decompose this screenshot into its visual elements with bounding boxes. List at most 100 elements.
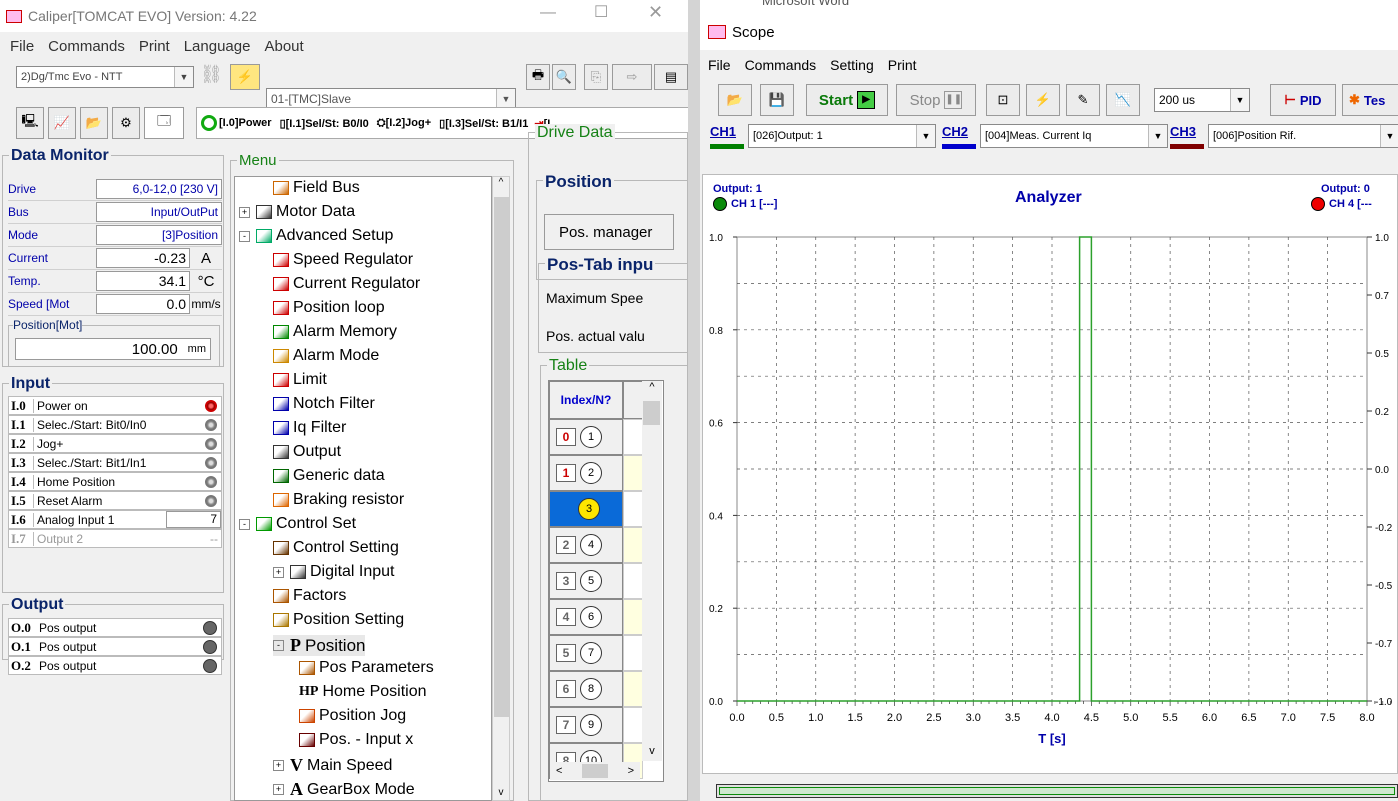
table-index-cell[interactable]: 12 xyxy=(549,455,623,491)
tree-item[interactable]: + A GearBox Mode xyxy=(273,779,415,800)
tab-sel-st-b1[interactable]: ▯[I.3]Sel/St: B1/I1 xyxy=(435,117,532,130)
preview-icon[interactable]: 🔍 xyxy=(552,64,576,90)
tree-item[interactable]: Position Jog xyxy=(299,707,406,725)
menu-file[interactable]: File xyxy=(10,38,34,55)
maximize-icon[interactable]: ☐ xyxy=(594,2,608,22)
folder-chart-icon[interactable]: 📂 xyxy=(80,107,108,139)
table-row[interactable]: 24 xyxy=(549,527,643,563)
tree-item[interactable]: Position Setting xyxy=(273,611,404,629)
start-button[interactable]: Start ▶ xyxy=(806,84,888,116)
scope-menu-print[interactable]: Print xyxy=(888,57,917,73)
tree-item[interactable]: + Digital Input xyxy=(273,563,395,581)
scroll-up-icon[interactable]: ^ xyxy=(493,177,509,188)
scroll-left-icon[interactable]: < xyxy=(556,765,562,777)
tree-item[interactable]: Factors xyxy=(273,587,346,605)
tree-item[interactable]: Iq Filter xyxy=(273,419,346,437)
table-value-cell[interactable] xyxy=(623,527,643,563)
tree-item[interactable]: Braking resistor xyxy=(273,491,404,509)
test-button[interactable]: ✱ Tes xyxy=(1342,84,1398,116)
tree-item[interactable]: Pos Parameters xyxy=(299,659,434,677)
tree-item[interactable]: Alarm Memory xyxy=(273,323,397,341)
collapse-icon[interactable]: - xyxy=(239,230,250,242)
tree-item[interactable]: Position loop xyxy=(273,299,385,317)
table-row[interactable]: 12 xyxy=(549,455,643,491)
scroll-thumb[interactable] xyxy=(494,197,509,717)
stop-button[interactable]: Stop ❚❚ xyxy=(896,84,976,116)
table-value-cell[interactable] xyxy=(623,671,643,707)
menu-tree-scrollbar[interactable]: ^ v xyxy=(492,176,510,801)
channel-signal-combo[interactable]: [006]Position Rif. ▼ xyxy=(1208,124,1398,148)
tree-item[interactable]: HP Home Position xyxy=(299,683,427,701)
channel-signal-combo[interactable]: [026]Output: 1 ▼ xyxy=(748,124,936,148)
trigger-icon[interactable]: ⊡ xyxy=(986,84,1020,116)
scroll-up-icon[interactable]: ^ xyxy=(642,381,662,393)
menu-language[interactable]: Language xyxy=(184,38,251,55)
connect-icon[interactable]: ⚡ xyxy=(230,64,260,90)
analyze-icon[interactable]: 📉 xyxy=(1106,84,1140,116)
expand-icon[interactable]: + xyxy=(273,566,284,578)
table-value-cell[interactable] xyxy=(623,599,643,635)
monitor-icon[interactable]: 🖳 xyxy=(16,107,44,139)
save-icon[interactable]: 💾 xyxy=(760,84,794,116)
table-row[interactable]: 57 xyxy=(549,635,643,671)
table-value-cell[interactable] xyxy=(623,455,643,491)
scroll-right-icon[interactable]: > xyxy=(628,765,634,777)
tree-item[interactable]: + Motor Data xyxy=(239,203,355,221)
copy-icon[interactable]: ⎘ xyxy=(584,64,608,90)
tree-item[interactable]: Control Setting xyxy=(273,539,399,557)
tree-item[interactable]: - P Position xyxy=(273,635,366,656)
table-index-cell[interactable]: 46 xyxy=(549,599,623,635)
table-row[interactable]: 01 xyxy=(549,419,643,455)
pos-manager-button[interactable]: Pos. manager xyxy=(544,214,674,250)
tree-item[interactable]: Generic data xyxy=(273,467,385,485)
table-value-cell[interactable] xyxy=(623,419,643,455)
chart-icon[interactable]: 📈 xyxy=(48,107,76,139)
open-folder-icon[interactable]: 📂 xyxy=(718,84,752,116)
table-value-cell[interactable] xyxy=(623,563,643,599)
tab-jog-plus[interactable]: ⛭[I.2]Jog+ xyxy=(373,117,435,130)
close-icon[interactable]: ✕ xyxy=(648,2,663,23)
table-index-cell[interactable]: 35 xyxy=(549,563,623,599)
tree-item[interactable]: - Control Set xyxy=(239,515,356,533)
scroll-down-icon[interactable]: v xyxy=(493,787,509,798)
expand-icon[interactable]: + xyxy=(273,760,284,771)
table-row[interactable]: 3 xyxy=(549,491,643,527)
menu-print[interactable]: Print xyxy=(139,38,170,55)
tree-item[interactable]: Notch Filter xyxy=(273,395,375,413)
panel-icon[interactable]: ▤ xyxy=(654,64,688,90)
expand-icon[interactable]: + xyxy=(239,206,250,218)
signal-icon[interactable]: ⚡ xyxy=(1026,84,1060,116)
edit-icon[interactable]: ✎ xyxy=(1066,84,1100,116)
settings-icon[interactable]: ⚙ xyxy=(112,107,140,139)
expand-icon[interactable]: + xyxy=(273,784,284,795)
tree-item[interactable]: Output xyxy=(273,443,341,461)
tree-item[interactable]: Field Bus xyxy=(273,179,360,197)
transfer-icon[interactable]: ⇨ xyxy=(612,64,652,90)
tree-item[interactable]: Limit xyxy=(273,371,327,389)
pos-table-hscroll[interactable]: < > xyxy=(550,762,640,780)
collapse-icon[interactable]: - xyxy=(239,518,250,530)
channel-signal-combo[interactable]: [004]Meas. Current Iq ▼ xyxy=(980,124,1168,148)
pid-button[interactable]: ⊢ PID xyxy=(1270,84,1336,116)
table-row[interactable]: 79 xyxy=(549,707,643,743)
table-row[interactable]: 68 xyxy=(549,671,643,707)
window-icon[interactable]: 🗔 xyxy=(144,107,184,139)
table-value-cell[interactable] xyxy=(623,707,643,743)
scroll-thumb[interactable] xyxy=(582,764,608,778)
table-row[interactable]: 35 xyxy=(549,563,643,599)
menu-about[interactable]: About xyxy=(264,38,303,55)
tree-item[interactable]: Alarm Mode xyxy=(273,347,379,365)
tree-item[interactable]: - Advanced Setup xyxy=(239,227,393,245)
menu-commands[interactable]: Commands xyxy=(48,38,125,55)
table-value-cell[interactable] xyxy=(623,491,643,527)
collapse-icon[interactable]: - xyxy=(273,640,284,651)
tree-item[interactable]: Speed Regulator xyxy=(273,251,413,269)
tree-item[interactable]: Pos. - Input x xyxy=(299,731,413,749)
link-icon[interactable]: ⛓ xyxy=(200,64,226,90)
device-combo[interactable]: 2)Dg/Tmc Evo - NTT ▼ xyxy=(16,66,194,88)
minimize-icon[interactable]: — xyxy=(540,4,556,22)
scroll-thumb[interactable] xyxy=(643,401,660,425)
table-index-cell[interactable]: 68 xyxy=(549,671,623,707)
scope-menu-setting[interactable]: Setting xyxy=(830,57,874,73)
tree-item[interactable]: Current Regulator xyxy=(273,275,420,293)
